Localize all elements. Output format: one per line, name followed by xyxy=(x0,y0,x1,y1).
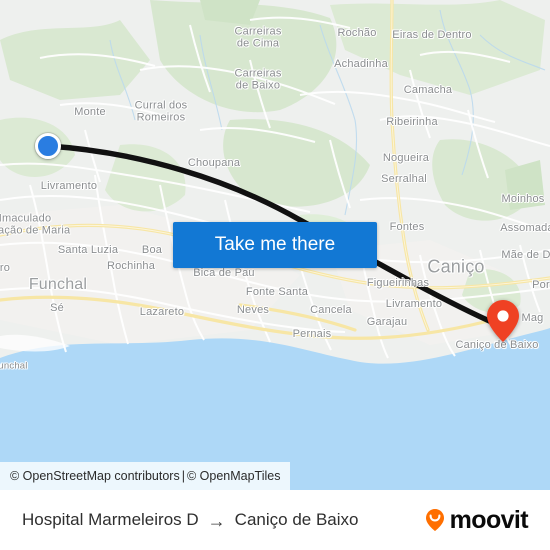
trip-summary: Hospital Marmeleiros D → Caniço de Baixo xyxy=(22,510,358,530)
moovit-logo[interactable]: moovit xyxy=(422,505,529,534)
moovit-wordmark: moovit xyxy=(449,505,529,534)
attribution-separator: | xyxy=(181,469,185,483)
moovit-pin-icon xyxy=(425,509,444,531)
attribution-openmaptiles[interactable]: © OpenMapTiles xyxy=(187,469,281,483)
arrow-right-icon: → xyxy=(207,511,226,531)
destination-marker[interactable] xyxy=(486,299,520,343)
trip-destination-label: Caniço de Baixo xyxy=(234,510,359,529)
origin-marker[interactable] xyxy=(35,133,61,159)
trip-footer: Hospital Marmeleiros D → Caniço de Baixo… xyxy=(0,490,550,550)
trip-origin-label: Hospital Marmeleiros D xyxy=(22,510,199,529)
map-canvas[interactable]: Carreiras de Cima Carreiras de Baixo Rochão… xyxy=(0,0,550,490)
take-me-there-button[interactable]: Take me there xyxy=(173,222,377,268)
map-attribution: © OpenStreetMap contributors | © OpenMapTi… xyxy=(0,462,291,490)
attribution-osm[interactable]: © OpenStreetMap contributors xyxy=(10,469,180,483)
moovit-trip-map-screen: Carreiras de Cima Carreiras de Baixo Rochão… xyxy=(0,0,550,550)
